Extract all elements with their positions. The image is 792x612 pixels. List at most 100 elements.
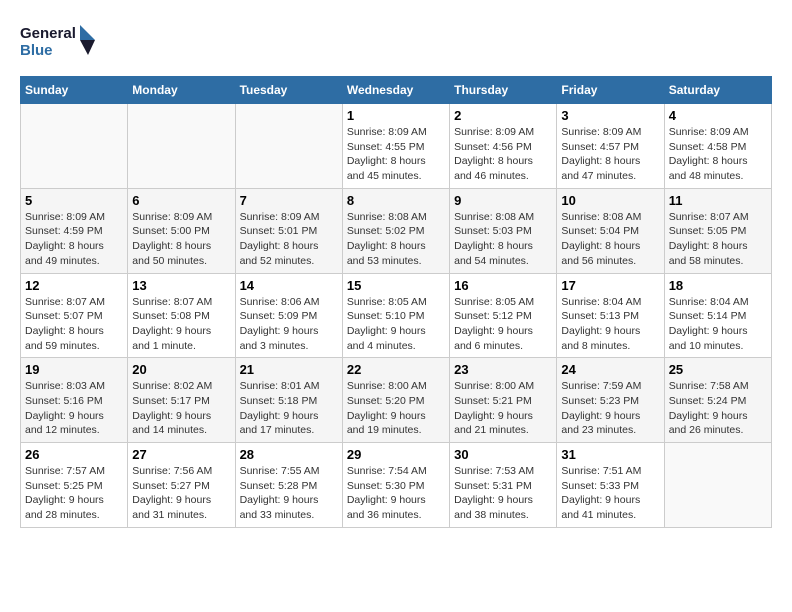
day-info: Sunrise: 8:05 AM Sunset: 5:12 PM Dayligh… (454, 295, 552, 354)
calendar-day: 16 Sunrise: 8:05 AM Sunset: 5:12 PM Dayli… (450, 273, 557, 358)
calendar-day: 25 Sunrise: 7:58 AM Sunset: 5:24 PM Dayli… (664, 358, 771, 443)
day-info: Sunrise: 8:05 AM Sunset: 5:10 PM Dayligh… (347, 295, 445, 354)
calendar-day (664, 443, 771, 528)
day-number: 9 (454, 193, 552, 208)
calendar-day: 27 Sunrise: 7:56 AM Sunset: 5:27 PM Dayli… (128, 443, 235, 528)
day-number: 7 (240, 193, 338, 208)
calendar-day: 12 Sunrise: 8:07 AM Sunset: 5:07 PM Dayli… (21, 273, 128, 358)
weekday-header: Thursday (450, 77, 557, 104)
day-number: 21 (240, 362, 338, 377)
day-number: 22 (347, 362, 445, 377)
day-number: 6 (132, 193, 230, 208)
weekday-header: Sunday (21, 77, 128, 104)
calendar-day: 13Sunrise: 8:07 AM Sunset: 5:08 PM Dayli… (128, 273, 235, 358)
calendar-day: 10Sunrise: 8:08 AM Sunset: 5:04 PM Dayli… (557, 188, 664, 273)
calendar-day: 19 Sunrise: 8:03 AM Sunset: 5:16 PM Dayli… (21, 358, 128, 443)
calendar-day: 24Sunrise: 7:59 AM Sunset: 5:23 PM Dayli… (557, 358, 664, 443)
calendar-day: 8Sunrise: 8:08 AM Sunset: 5:02 PM Daylig… (342, 188, 449, 273)
day-number: 13 (132, 278, 230, 293)
day-info: Sunrise: 8:07 AM Sunset: 5:05 PM Dayligh… (669, 210, 767, 269)
calendar-day: 23 Sunrise: 8:00 AM Sunset: 5:21 PM Dayli… (450, 358, 557, 443)
day-info: Sunrise: 8:03 AM Sunset: 5:16 PM Dayligh… (25, 379, 123, 438)
day-info: Sunrise: 8:09 AM Sunset: 4:58 PM Dayligh… (669, 125, 767, 184)
day-info: Sunrise: 7:59 AM Sunset: 5:23 PM Dayligh… (561, 379, 659, 438)
day-info: Sunrise: 7:56 AM Sunset: 5:27 PM Dayligh… (132, 464, 230, 523)
day-info: Sunrise: 8:09 AM Sunset: 4:56 PM Dayligh… (454, 125, 552, 184)
calendar-day: 1 Sunrise: 8:09 AM Sunset: 4:55 PM Daylig… (342, 104, 449, 189)
calendar-table: SundayMondayTuesdayWednesdayThursdayFrid… (20, 76, 772, 528)
day-number: 12 (25, 278, 123, 293)
day-number: 28 (240, 447, 338, 462)
day-number: 19 (25, 362, 123, 377)
day-number: 4 (669, 108, 767, 123)
calendar-week: 5 Sunrise: 8:09 AM Sunset: 4:59 PM Daylig… (21, 188, 772, 273)
day-info: Sunrise: 8:08 AM Sunset: 5:02 PM Dayligh… (347, 210, 445, 269)
day-number: 29 (347, 447, 445, 462)
calendar-week: 1 Sunrise: 8:09 AM Sunset: 4:55 PM Daylig… (21, 104, 772, 189)
weekday-header: Friday (557, 77, 664, 104)
calendar-day: 4 Sunrise: 8:09 AM Sunset: 4:58 PM Daylig… (664, 104, 771, 189)
day-info: Sunrise: 7:51 AM Sunset: 5:33 PM Dayligh… (561, 464, 659, 523)
day-info: Sunrise: 7:58 AM Sunset: 5:24 PM Dayligh… (669, 379, 767, 438)
day-number: 30 (454, 447, 552, 462)
calendar-day: 6 Sunrise: 8:09 AM Sunset: 5:00 PM Daylig… (128, 188, 235, 273)
calendar-day: 17Sunrise: 8:04 AM Sunset: 5:13 PM Dayli… (557, 273, 664, 358)
calendar-day: 3 Sunrise: 8:09 AM Sunset: 4:57 PM Daylig… (557, 104, 664, 189)
weekday-header: Tuesday (235, 77, 342, 104)
day-number: 27 (132, 447, 230, 462)
calendar-day: 14 Sunrise: 8:06 AM Sunset: 5:09 PM Dayli… (235, 273, 342, 358)
day-number: 14 (240, 278, 338, 293)
day-number: 18 (669, 278, 767, 293)
calendar-day: 31Sunrise: 7:51 AM Sunset: 5:33 PM Dayli… (557, 443, 664, 528)
calendar-day: 22 Sunrise: 8:00 AM Sunset: 5:20 PM Dayli… (342, 358, 449, 443)
calendar-day: 5 Sunrise: 8:09 AM Sunset: 4:59 PM Daylig… (21, 188, 128, 273)
svg-text:General: General (20, 25, 76, 42)
calendar-day: 28Sunrise: 7:55 AM Sunset: 5:28 PM Dayli… (235, 443, 342, 528)
day-number: 16 (454, 278, 552, 293)
day-number: 25 (669, 362, 767, 377)
calendar-day: 7 Sunrise: 8:09 AM Sunset: 5:01 PM Daylig… (235, 188, 342, 273)
calendar-day: 20 Sunrise: 8:02 AM Sunset: 5:17 PM Dayli… (128, 358, 235, 443)
day-number: 1 (347, 108, 445, 123)
day-info: Sunrise: 8:02 AM Sunset: 5:17 PM Dayligh… (132, 379, 230, 438)
day-info: Sunrise: 8:04 AM Sunset: 5:14 PM Dayligh… (669, 295, 767, 354)
day-info: Sunrise: 8:09 AM Sunset: 4:55 PM Dayligh… (347, 125, 445, 184)
svg-text:Blue: Blue (20, 42, 53, 59)
day-info: Sunrise: 8:06 AM Sunset: 5:09 PM Dayligh… (240, 295, 338, 354)
day-info: Sunrise: 7:53 AM Sunset: 5:31 PM Dayligh… (454, 464, 552, 523)
logo-svg: GeneralBlue (20, 20, 100, 60)
calendar-day: 26Sunrise: 7:57 AM Sunset: 5:25 PM Dayli… (21, 443, 128, 528)
calendar-day (235, 104, 342, 189)
day-info: Sunrise: 8:07 AM Sunset: 5:07 PM Dayligh… (25, 295, 123, 354)
calendar-day: 21 Sunrise: 8:01 AM Sunset: 5:18 PM Dayli… (235, 358, 342, 443)
day-number: 23 (454, 362, 552, 377)
day-number: 10 (561, 193, 659, 208)
weekday-header: Monday (128, 77, 235, 104)
logo: GeneralBlue (20, 20, 100, 60)
calendar-day: 29 Sunrise: 7:54 AM Sunset: 5:30 PM Dayli… (342, 443, 449, 528)
calendar-week: 19 Sunrise: 8:03 AM Sunset: 5:16 PM Dayli… (21, 358, 772, 443)
calendar-day: 11Sunrise: 8:07 AM Sunset: 5:05 PM Dayli… (664, 188, 771, 273)
day-info: Sunrise: 8:08 AM Sunset: 5:03 PM Dayligh… (454, 210, 552, 269)
day-info: Sunrise: 8:09 AM Sunset: 4:57 PM Dayligh… (561, 125, 659, 184)
calendar-week: 12 Sunrise: 8:07 AM Sunset: 5:07 PM Dayli… (21, 273, 772, 358)
calendar-day (128, 104, 235, 189)
day-info: Sunrise: 8:00 AM Sunset: 5:20 PM Dayligh… (347, 379, 445, 438)
day-number: 17 (561, 278, 659, 293)
day-number: 3 (561, 108, 659, 123)
day-info: Sunrise: 8:00 AM Sunset: 5:21 PM Dayligh… (454, 379, 552, 438)
calendar-day: 9 Sunrise: 8:08 AM Sunset: 5:03 PM Daylig… (450, 188, 557, 273)
calendar-day: 2 Sunrise: 8:09 AM Sunset: 4:56 PM Daylig… (450, 104, 557, 189)
day-info: Sunrise: 8:09 AM Sunset: 4:59 PM Dayligh… (25, 210, 123, 269)
day-number: 20 (132, 362, 230, 377)
day-info: Sunrise: 8:01 AM Sunset: 5:18 PM Dayligh… (240, 379, 338, 438)
day-info: Sunrise: 7:57 AM Sunset: 5:25 PM Dayligh… (25, 464, 123, 523)
day-number: 2 (454, 108, 552, 123)
day-info: Sunrise: 8:09 AM Sunset: 5:00 PM Dayligh… (132, 210, 230, 269)
day-number: 5 (25, 193, 123, 208)
weekday-header: Saturday (664, 77, 771, 104)
calendar-day (21, 104, 128, 189)
day-info: Sunrise: 8:09 AM Sunset: 5:01 PM Dayligh… (240, 210, 338, 269)
day-info: Sunrise: 7:54 AM Sunset: 5:30 PM Dayligh… (347, 464, 445, 523)
weekday-header: Wednesday (342, 77, 449, 104)
